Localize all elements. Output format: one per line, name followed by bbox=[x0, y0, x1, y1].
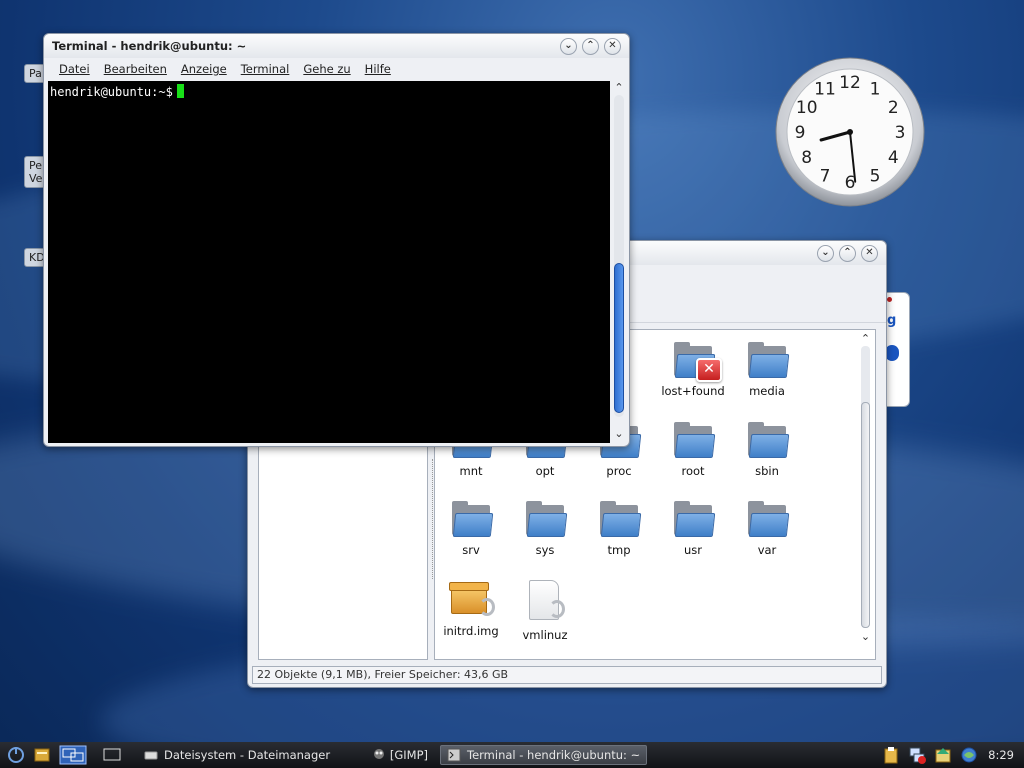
error-badge-icon: ✕ bbox=[696, 358, 722, 382]
file-label: media bbox=[749, 384, 785, 398]
file-item[interactable]: var bbox=[730, 501, 804, 557]
task-label: Dateisystem - Dateimanager bbox=[164, 748, 331, 762]
taskbar: Dateisystem - Dateimanager [GIMP] Terminal… bbox=[0, 742, 1024, 768]
clock-numeral: 4 bbox=[888, 148, 899, 168]
file-item[interactable]: initrd.img bbox=[434, 580, 508, 638]
clock-numeral: 1 bbox=[870, 80, 881, 100]
folder-icon bbox=[746, 501, 790, 537]
folder-icon bbox=[450, 501, 494, 537]
file-label: lost+found bbox=[661, 384, 725, 398]
show-desktop-icon[interactable] bbox=[102, 745, 122, 765]
file-label: vmlinuz bbox=[522, 628, 568, 642]
file-label: root bbox=[681, 464, 705, 478]
taskbar-task[interactable]: Terminal - hendrik@ubuntu: ~ bbox=[440, 745, 648, 765]
icon-view-scrollbar[interactable]: ⌃ ⌄ bbox=[858, 332, 873, 657]
scroll-up-arrow-icon[interactable]: ⌃ bbox=[858, 332, 873, 345]
file-item[interactable]: srv bbox=[434, 501, 508, 557]
terminal-output[interactable]: hendrik@ubuntu:~$ bbox=[48, 81, 610, 443]
desktop-pager-icon[interactable] bbox=[58, 745, 88, 765]
file-icon bbox=[523, 580, 567, 626]
folder-icon bbox=[746, 342, 790, 378]
scroll-thumb[interactable] bbox=[861, 402, 870, 628]
folder-icon bbox=[672, 501, 716, 537]
folder-icon bbox=[598, 501, 642, 537]
text-cursor bbox=[176, 84, 184, 98]
menu-bearbeiten[interactable]: Bearbeiten bbox=[104, 62, 167, 76]
file-manager-launcher-icon[interactable] bbox=[32, 745, 52, 765]
menu-bar: Datei Bearbeiten Anzeige Terminal Gehe z… bbox=[44, 58, 629, 80]
file-label: proc bbox=[606, 464, 632, 478]
globe-icon[interactable] bbox=[960, 746, 978, 764]
terminal-window[interactable]: Terminal - hendrik@ubuntu: ~ ⌄ ⌃ ✕ Datei… bbox=[43, 33, 630, 447]
menu-gehe-zu[interactable]: Gehe zu bbox=[303, 62, 350, 76]
file-item[interactable]: sys bbox=[508, 501, 582, 557]
menu-datei[interactable]: Datei bbox=[59, 62, 90, 76]
taskbar-task[interactable]: [GIMP] bbox=[334, 745, 434, 765]
scroll-down-arrow-icon[interactable]: ⌄ bbox=[611, 427, 627, 440]
system-tray: 8:29 bbox=[878, 746, 1024, 764]
file-label: usr bbox=[683, 543, 702, 557]
close-button[interactable]: ✕ bbox=[604, 37, 621, 55]
clock-numeral: 9 bbox=[795, 123, 806, 143]
file-item[interactable]: media bbox=[730, 342, 804, 398]
file-item[interactable]: vmlinuz bbox=[508, 580, 582, 642]
terminal-titlebar[interactable]: Terminal - hendrik@ubuntu: ~ ⌄ ⌃ ✕ bbox=[44, 34, 629, 58]
clock-numeral: 12 bbox=[839, 73, 861, 93]
folder-icon bbox=[672, 422, 716, 458]
status-bar: 22 Objekte (9,1 MB), Freier Speicher: 43… bbox=[252, 666, 882, 684]
maximize-button[interactable]: ⌃ bbox=[839, 244, 856, 262]
clipboard-icon[interactable] bbox=[882, 746, 900, 764]
network-disconnected-icon[interactable] bbox=[908, 746, 927, 764]
clock-numeral: 11 bbox=[814, 80, 836, 100]
drive-icon bbox=[144, 751, 158, 760]
clock-numeral: 2 bbox=[888, 98, 899, 118]
file-item[interactable]: tmp bbox=[582, 501, 656, 557]
close-button[interactable]: ✕ bbox=[861, 244, 878, 262]
window-title: Terminal - hendrik@ubuntu: ~ bbox=[52, 39, 247, 53]
shell-prompt: hendrik@ubuntu:~$ bbox=[50, 85, 173, 99]
scroll-up-arrow-icon[interactable]: ⌃ bbox=[611, 81, 627, 94]
file-label: mnt bbox=[459, 464, 483, 478]
file-item[interactable]: sbin bbox=[730, 422, 804, 478]
terminal-icon bbox=[447, 748, 461, 762]
minimize-button[interactable]: ⌄ bbox=[817, 244, 834, 262]
clock-numeral: 8 bbox=[801, 148, 812, 168]
menu-terminal[interactable]: Terminal bbox=[241, 62, 290, 76]
maximize-button[interactable]: ⌃ bbox=[582, 37, 599, 55]
file-item[interactable]: usr bbox=[656, 501, 730, 557]
scroll-down-arrow-icon[interactable]: ⌄ bbox=[858, 630, 873, 643]
clock-numeral: 7 bbox=[820, 166, 831, 186]
clock-numeral: 10 bbox=[796, 98, 818, 118]
file-label: sbin bbox=[755, 464, 779, 478]
taskbar-clock[interactable]: 8:29 bbox=[988, 748, 1014, 762]
minimize-button[interactable]: ⌄ bbox=[560, 37, 577, 55]
package-icon bbox=[447, 580, 495, 620]
clock-widget: 12 1 2 3 4 5 6 7 8 9 10 11 bbox=[775, 57, 925, 207]
file-item[interactable]: ✕ lost+found bbox=[656, 342, 730, 398]
clock-numeral: 5 bbox=[870, 166, 881, 186]
task-label: [GIMP] bbox=[389, 748, 428, 762]
scroll-thumb[interactable] bbox=[614, 263, 624, 413]
menu-anzeige[interactable]: Anzeige bbox=[181, 62, 227, 76]
file-label: var bbox=[757, 543, 777, 557]
clock-face-icon: 12 1234567891011 bbox=[775, 57, 925, 207]
menu-hilfe[interactable]: Hilfe bbox=[365, 62, 391, 76]
kde-menu-icon[interactable] bbox=[6, 745, 26, 765]
file-label: initrd.img bbox=[443, 624, 499, 638]
terminal-scrollbar[interactable]: ⌃ ⌄ bbox=[611, 81, 627, 443]
update-notifier-icon[interactable] bbox=[934, 746, 952, 764]
file-label: opt bbox=[535, 464, 555, 478]
file-label: sys bbox=[535, 543, 555, 557]
file-label: srv bbox=[462, 543, 480, 557]
clock-numeral: 3 bbox=[895, 123, 906, 143]
file-label: tmp bbox=[607, 543, 631, 557]
file-item[interactable]: root bbox=[656, 422, 730, 478]
folder-icon bbox=[524, 501, 568, 537]
task-label: Terminal - hendrik@ubuntu: ~ bbox=[467, 748, 641, 762]
folder-icon bbox=[746, 422, 790, 458]
folder-icon: ✕ bbox=[672, 342, 722, 382]
status-text: 22 Objekte (9,1 MB), Freier Speicher: 43… bbox=[257, 668, 509, 681]
